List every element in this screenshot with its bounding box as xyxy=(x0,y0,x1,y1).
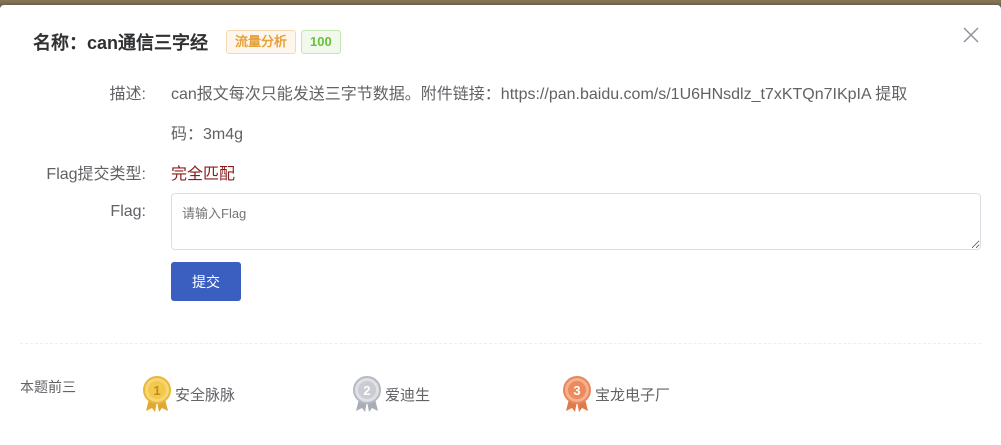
top3-name-1: 安全脉脉 xyxy=(175,386,236,404)
close-icon xyxy=(963,27,979,43)
top3-name-2: 爱迪生 xyxy=(385,386,431,404)
score-tag: 100 xyxy=(301,30,341,54)
flag-type-value: 完全匹配 xyxy=(171,166,236,183)
description-label: 描述: xyxy=(109,86,146,103)
top3-entry-2: 2 爱迪生 xyxy=(351,375,430,413)
top3-name-3: 宝龙电子厂 xyxy=(595,386,671,404)
top3-entry-1: 1 安全脉脉 xyxy=(141,375,235,413)
description-text-line2: 码：3m4g xyxy=(171,126,244,143)
silver-medal-icon: 2 xyxy=(353,376,381,412)
gold-medal-icon: 1 xyxy=(143,376,171,412)
top3-entry-3: 3 宝龙电子厂 xyxy=(561,375,670,413)
flag-label: Flag: xyxy=(110,203,146,220)
flag-input[interactable] xyxy=(171,193,981,250)
dialog-header: 名称：can通信三字经 流量分析 100 xyxy=(33,29,341,55)
description-text-line1: can报文每次只能发送三字节数据。附件链接：https://pan.baidu.… xyxy=(171,86,908,103)
bronze-medal-icon: 3 xyxy=(563,376,591,412)
submit-button[interactable]: 提交 xyxy=(171,262,241,301)
category-tag: 流量分析 xyxy=(226,30,297,54)
close-button[interactable] xyxy=(961,25,981,45)
top3-label: 本题前三 xyxy=(20,379,76,395)
svg-text:1: 1 xyxy=(153,383,160,398)
challenge-title: 名称：can通信三字经 xyxy=(33,33,209,53)
flag-type-label: Flag提交类型: xyxy=(46,166,146,183)
svg-text:2: 2 xyxy=(363,383,370,398)
svg-text:3: 3 xyxy=(573,383,580,398)
challenge-dialog: 名称：can通信三字经 流量分析 100 描述: can报文每次只能发送三字节数… xyxy=(0,5,1001,445)
section-divider xyxy=(20,343,981,344)
